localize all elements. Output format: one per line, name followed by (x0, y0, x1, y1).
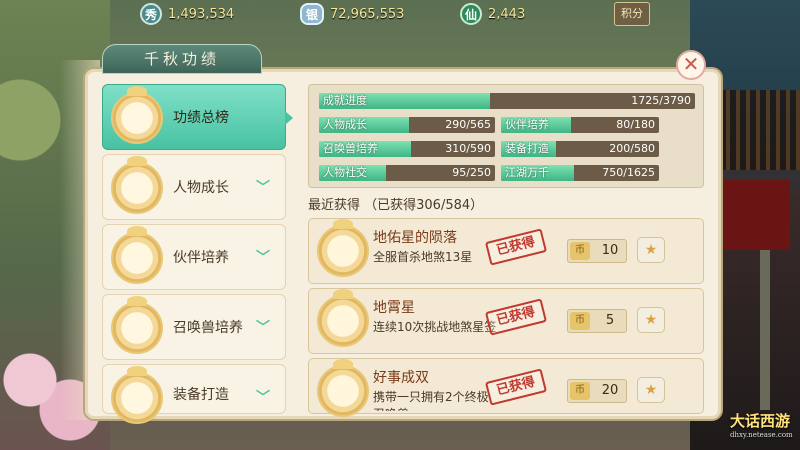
chevron-down-icon: ﹀ (256, 320, 270, 336)
progress-value: 95/250 (452, 166, 491, 179)
progress-value: 80/180 (616, 118, 655, 131)
medal-icon (111, 296, 163, 354)
achievement-desc: 连续10次挑战地煞星签 (373, 320, 497, 334)
menu-item-equipment-forging[interactable]: 装备打造 ﹀ (102, 364, 286, 424)
category-progress-bar: 人物社交 95/250 (319, 165, 495, 181)
category-progress-bar: 召唤兽培养 310/590 (319, 141, 495, 157)
coin-icon: 币 (570, 382, 590, 400)
menu-item-label: 功绩总榜 (173, 110, 229, 126)
category-progress-bar: 伙伴培养 80/180 (501, 117, 659, 133)
overall-progress-bar: 成就进度 1725/3790 (319, 93, 695, 109)
menu-item-summon-training[interactable]: 召唤兽培养 ﹀ (102, 294, 286, 360)
pillar-decoration (760, 250, 770, 410)
close-button[interactable]: ✕ (676, 50, 706, 80)
silver-coin-icon: 秀 (140, 3, 162, 25)
achievement-desc: 全服首杀地煞13星 (373, 250, 473, 264)
recent-achievements-title: 最近获得 （已获得306/584） (308, 198, 484, 213)
obtained-stamp: 已获得 (484, 368, 548, 406)
reward-amount: 20 (601, 383, 619, 398)
medal-icon (111, 156, 163, 214)
gift-icon[interactable]: ★ (637, 307, 665, 333)
coin-icon: 币 (570, 312, 590, 330)
category-progress-bar: 装备打造 200/580 (501, 141, 659, 157)
obtained-stamp: 已获得 (484, 228, 548, 266)
chevron-down-icon: ﹀ (256, 250, 270, 266)
achievement-desc: 携带一只拥有2个终极召唤兽 (373, 390, 489, 411)
game-logo: 大话西游 dhxy.netease.com (730, 410, 796, 440)
medal-icon (111, 86, 163, 144)
progress-label: 人物成长 (323, 118, 367, 131)
medal-icon (111, 226, 163, 284)
progress-label: 伙伴培养 (505, 118, 549, 131)
category-progress-bar: 人物成长 290/565 (319, 117, 495, 133)
obtained-stamp: 已获得 (484, 298, 548, 336)
medal-icon (317, 359, 369, 417)
currency-bar: 秀 1,493,534 银 72,965,553 仙 2,443 (130, 0, 690, 28)
logo-url: dhxy.netease.com (730, 431, 793, 439)
currency-silver[interactable]: 秀 1,493,534 (140, 3, 234, 25)
medal-icon (317, 289, 369, 347)
currency-value: 1,493,534 (168, 6, 235, 22)
category-progress-bar: 江湖万千 750/1625 (501, 165, 659, 181)
progress-value: 310/590 (445, 142, 491, 155)
panel-title: 千秋功绩 (102, 44, 262, 74)
medal-icon (317, 219, 369, 277)
achievement-name: 好事成双 (373, 370, 429, 386)
jade-coin-icon: 仙 (460, 3, 482, 25)
achievement-card[interactable]: 地霄星 连续10次挑战地煞星签 已获得 币 5 ★ (308, 288, 704, 354)
currency-value: 2,443 (488, 6, 526, 22)
achievement-name: 地佑星的陨落 (373, 230, 457, 246)
progress-value: 200/580 (609, 142, 655, 155)
menu-item-partner-training[interactable]: 伙伴培养 ﹀ (102, 224, 286, 290)
score-badge-button[interactable]: 积分 (614, 2, 650, 26)
reward-amount: 10 (601, 243, 619, 258)
menu-item-overall[interactable]: 功绩总榜 (102, 84, 293, 150)
gift-icon[interactable]: ★ (637, 237, 665, 263)
progress-label: 召唤兽培养 (323, 142, 378, 155)
logo-title: 大话西游 (730, 412, 791, 430)
progress-label: 人物社交 (323, 166, 367, 179)
achievement-card[interactable]: 地佑星的陨落 全服首杀地煞13星 已获得 币 10 ★ (308, 218, 704, 284)
achievement-card[interactable]: 好事成双 携带一只拥有2个终极召唤兽 已获得 币 20 ★ (308, 358, 704, 417)
silver-ingot-icon: 银 (300, 3, 324, 25)
reward-box: 币 5 (567, 309, 627, 333)
menu-item-character-growth[interactable]: 人物成长 ﹀ (102, 154, 286, 220)
progress-panel: 成就进度 1725/3790 人物成长 290/565 伙伴培养 80/180 … (308, 84, 704, 188)
currency-ingot[interactable]: 银 72,965,553 (300, 3, 404, 25)
progress-label: 江湖万千 (505, 166, 549, 179)
coin-icon: 币 (570, 242, 590, 260)
chevron-down-icon: ﹀ (256, 180, 270, 196)
progress-value: 1725/3790 (631, 94, 691, 107)
reward-amount: 5 (605, 313, 615, 328)
progress-label: 成就进度 (323, 94, 367, 107)
progress-value: 290/565 (445, 118, 491, 131)
progress-label: 装备打造 (505, 142, 549, 155)
reward-box: 币 10 (567, 239, 627, 263)
chevron-down-icon: ﹀ (256, 390, 270, 406)
reward-box: 币 20 (567, 379, 627, 403)
gift-icon[interactable]: ★ (637, 377, 665, 403)
currency-jade[interactable]: 仙 2,443 (460, 3, 525, 25)
medal-icon (111, 366, 163, 424)
progress-value: 750/1625 (602, 166, 655, 179)
currency-value: 72,965,553 (330, 6, 405, 22)
achievement-name: 地霄星 (373, 300, 415, 316)
